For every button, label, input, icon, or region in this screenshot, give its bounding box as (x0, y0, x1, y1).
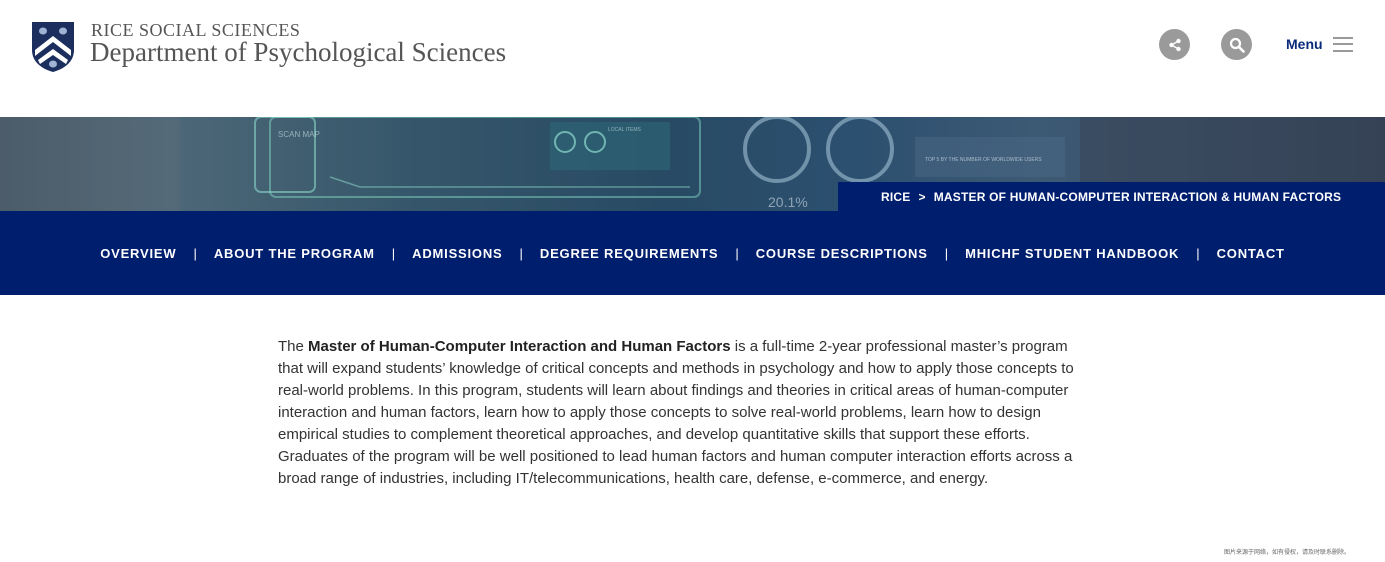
program-name: Master of Human-Computer Interaction and… (308, 338, 731, 355)
nav-separator: | (519, 245, 523, 261)
brand-title[interactable]: Department of Psychological Sciences (90, 37, 506, 68)
nav-about-the-program[interactable]: ABOUT THE PROGRAM (214, 246, 375, 261)
hero-banner: SCAN MAP LOCAL ITEMS TOP 5 BY THE NUMBER… (0, 117, 1385, 211)
share-icon (1168, 38, 1181, 51)
nav-separator: | (1196, 245, 1200, 261)
breadcrumb: RICE > MASTER OF HUMAN-COMPUTER INTERACT… (838, 182, 1385, 211)
intro-text: is a full-time 2-year professional maste… (278, 338, 1074, 487)
banner-screen-text-1: SCAN MAP (278, 130, 320, 139)
menu-label: Menu (1286, 36, 1323, 52)
nav-separator: | (391, 245, 396, 261)
search-button[interactable] (1221, 29, 1252, 60)
nav-student-handbook[interactable]: MHICHF STUDENT HANDBOOK (965, 246, 1179, 261)
program-nav: OVERVIEW | ABOUT THE PROGRAM | ADMISSION… (0, 211, 1385, 295)
nav-overview[interactable]: OVERVIEW (100, 246, 176, 261)
intro-prefix: The (278, 338, 309, 355)
menu-button[interactable]: Menu (1286, 36, 1353, 52)
breadcrumb-current: MASTER OF HUMAN-COMPUTER INTERACTION & H… (933, 189, 1342, 204)
intro-paragraph: The Master of Human-Computer Interaction… (278, 336, 1093, 490)
banner-screen-text-2: LOCAL ITEMS (608, 127, 642, 133)
hamburger-icon (1332, 36, 1353, 52)
share-button[interactable] (1159, 29, 1190, 60)
nav-separator: | (193, 245, 197, 261)
rice-owl-shield-icon[interactable] (30, 20, 76, 73)
nav-degree-requirements[interactable]: DEGREE REQUIREMENTS (540, 246, 718, 261)
breadcrumb-separator: > (918, 189, 926, 204)
banner-screen-text-3: TOP 5 BY THE NUMBER OF WORLDWIDE USERS (925, 157, 1042, 163)
nav-course-descriptions[interactable]: COURSE DESCRIPTIONS (756, 246, 928, 261)
site-header: RICE SOCIAL SCIENCES Department of Psych… (0, 0, 1385, 117)
nav-separator: | (944, 245, 949, 261)
nav-contact[interactable]: CONTACT (1217, 246, 1285, 261)
watermark-text: 图片来源于网络，如有侵权，请及时联系删除。 (1224, 550, 1351, 556)
search-icon (1229, 37, 1245, 53)
nav-admissions[interactable]: ADMISSIONS (412, 246, 502, 261)
nav-separator: | (735, 245, 739, 261)
breadcrumb-home-link[interactable]: RICE (881, 190, 910, 204)
banner-screen-text-4: 20.1% (768, 194, 808, 210)
